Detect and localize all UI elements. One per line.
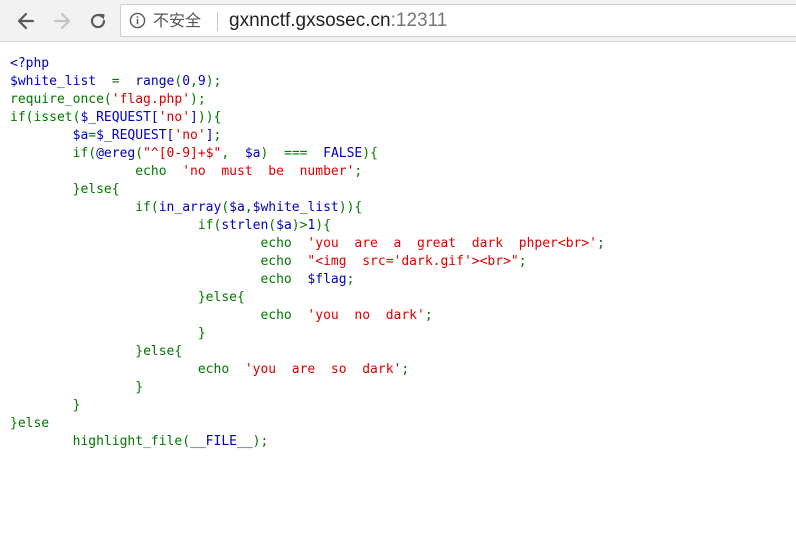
code-line: if(isset($_REQUEST['no'])){: [10, 110, 222, 125]
info-circle-icon[interactable]: [129, 12, 146, 29]
reload-button[interactable]: [86, 9, 110, 33]
code-line: }: [197, 326, 206, 341]
code-line: echo 'no must be number';: [135, 164, 363, 179]
address-bar[interactable]: 不安全 gxnnctf.gxsosec.cn:12311: [120, 4, 796, 37]
code-line: }else{: [72, 182, 120, 197]
code-line: }: [135, 380, 144, 395]
code-line: echo 'you no dark';: [260, 308, 433, 323]
code-line: if(strlen($a)>1){: [197, 218, 331, 233]
code-line: highlight_file(__FILE__);: [72, 434, 269, 449]
code-line: echo "<img src='dark.gif'><br>";: [260, 254, 527, 269]
back-button[interactable]: [14, 9, 38, 33]
forward-button[interactable]: [50, 9, 74, 33]
code-line: $white_list = range(0,9);: [10, 74, 222, 89]
reload-icon: [90, 13, 106, 29]
code-line: }else: [10, 416, 50, 431]
code-line: require_once('flag.php');: [10, 92, 206, 107]
code-line: $a=$_REQUEST['no'];: [10, 128, 222, 143]
url-port: :12311: [390, 10, 448, 31]
code-line: echo 'you are so dark';: [197, 362, 410, 377]
arrow-right-icon: [53, 12, 71, 30]
arrow-left-icon: [17, 12, 35, 30]
url-host: gxnnctf.gxsosec.cn: [229, 10, 391, 31]
security-status-label[interactable]: 不安全: [153, 12, 201, 30]
code-line: echo 'you are a great dark phper<br>';: [260, 236, 605, 251]
code-line: if(in_array($a,$white_list)){: [135, 200, 363, 215]
code-line: }else{: [197, 290, 245, 305]
browser-toolbar: 不安全 gxnnctf.gxsosec.cn:12311: [0, 0, 796, 42]
code-line: }else{: [135, 344, 183, 359]
php-source-code: <?php $white_list = range(0,9); require_…: [10, 55, 605, 451]
address-separator: [217, 12, 218, 31]
code-line: }: [72, 398, 81, 413]
code-line: <?php: [10, 56, 50, 71]
url-text[interactable]: gxnnctf.gxsosec.cn:12311: [229, 10, 447, 32]
code-line: if(@ereg("^[0-9]+$", $a) === FALSE){: [72, 146, 378, 161]
code-line: echo $flag;: [260, 272, 355, 287]
